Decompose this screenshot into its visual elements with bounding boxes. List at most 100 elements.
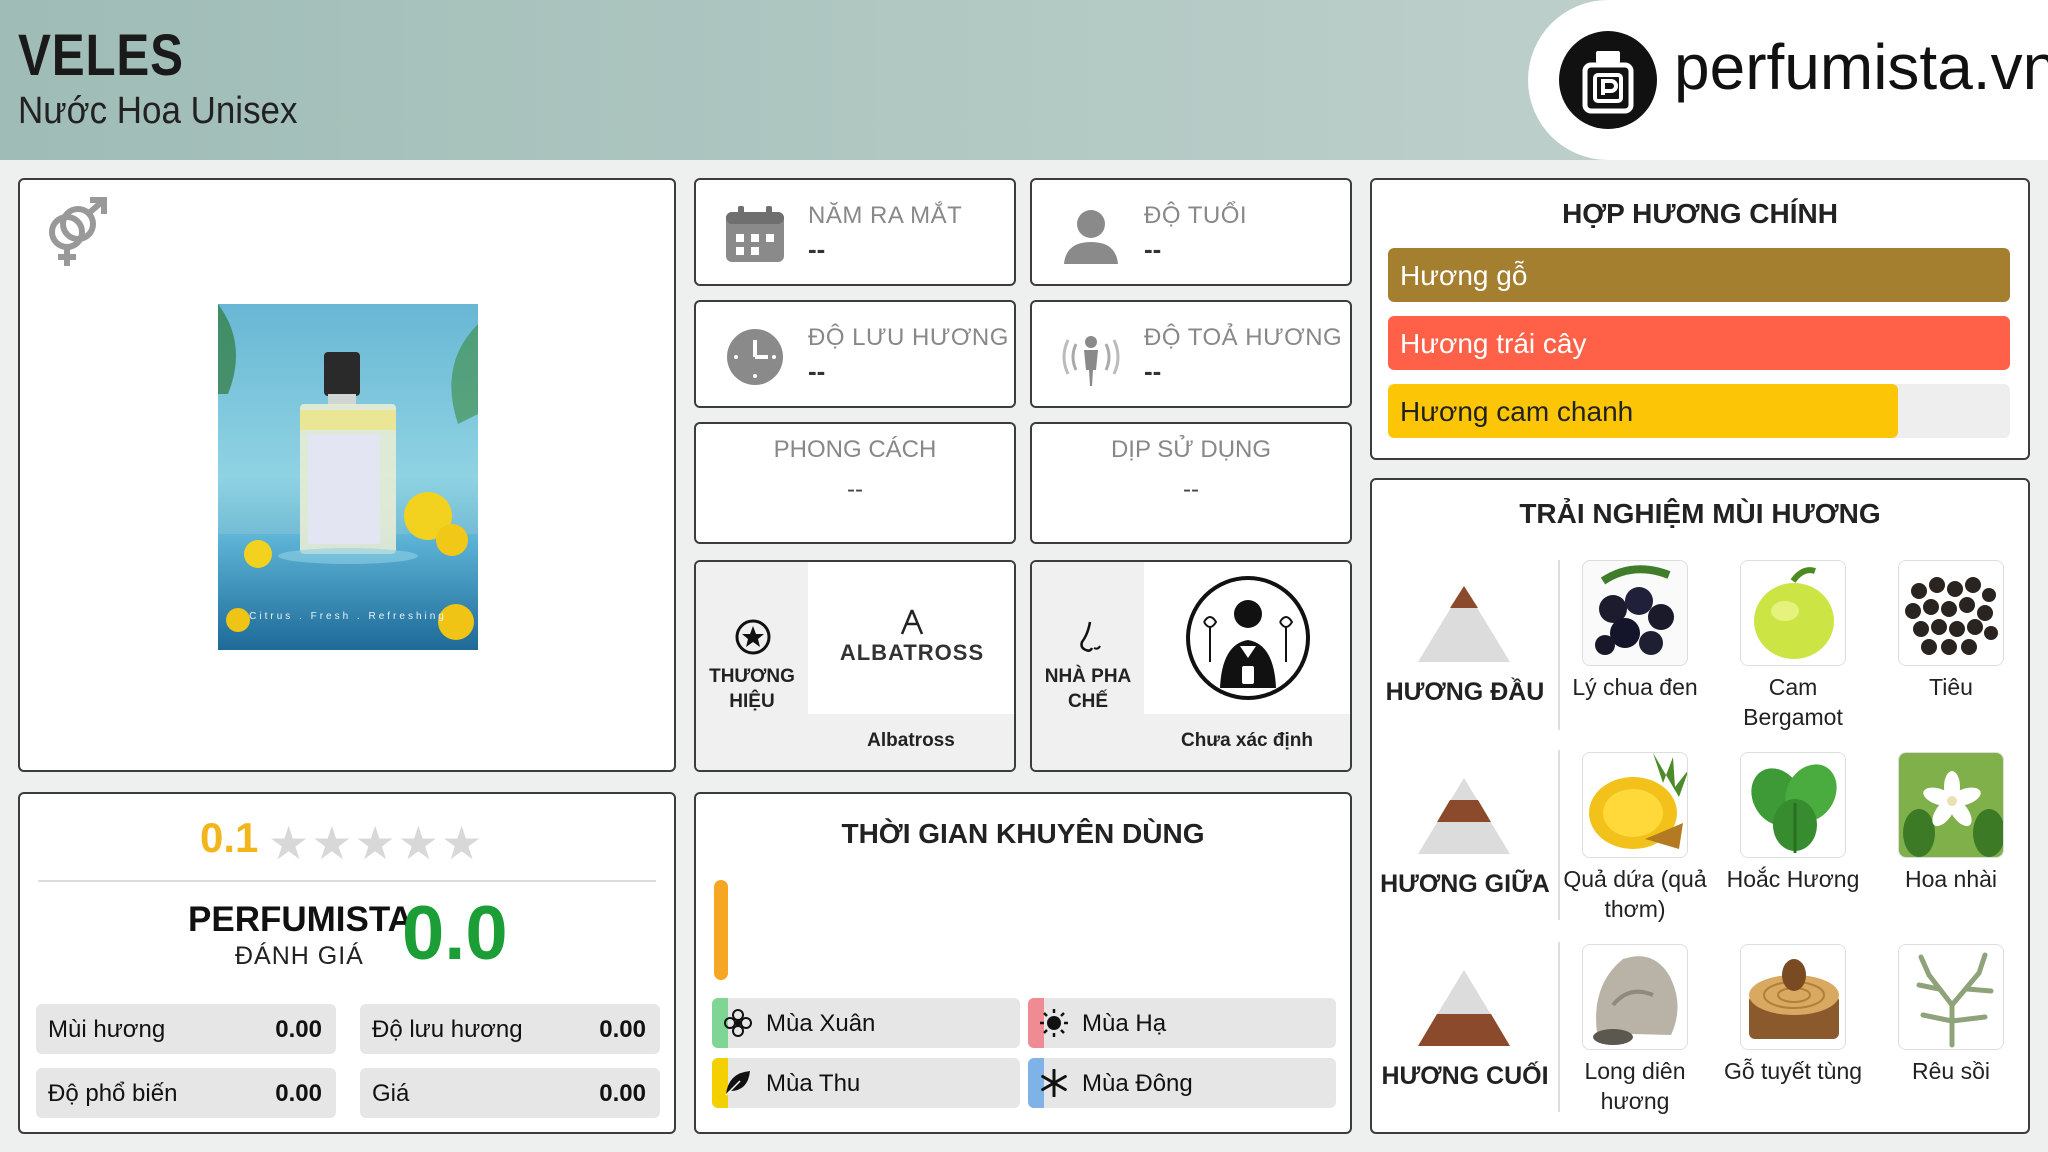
longevity-tile: ĐỘ LƯU HƯƠNG -- <box>694 300 1016 408</box>
note-label: Cam Bergamot <box>1743 674 1843 730</box>
metric-value: 0.00 <box>599 1080 646 1107</box>
accord-bar: Hương cam chanh <box>1388 384 2010 438</box>
metric-longevity: Độ lưu hương 0.00 <box>360 1004 660 1054</box>
divider <box>38 880 656 882</box>
note-label: Hoắc Hương <box>1726 866 1860 892</box>
product-subtitle: Nước Hoa Unisex <box>18 90 298 132</box>
brand-label-line1: THƯƠNG <box>709 666 795 687</box>
accord-label: Hương gỗ <box>1400 260 1528 291</box>
metric-value: 0.00 <box>275 1016 322 1043</box>
sillage-label: ĐỘ TOẢ HƯƠNG <box>1144 324 1343 351</box>
product-photo: Citrus . Fresh . Refreshing <box>218 304 478 650</box>
note-label: Tiêu <box>1929 674 1973 700</box>
note-item[interactable]: Hoa nhài <box>1876 752 2026 894</box>
accords-title: HỢP HƯƠNG CHÍNH <box>1562 198 1838 229</box>
svg-text:ALBATROSS: ALBATROSS <box>840 640 984 665</box>
season-label: Mùa Hạ <box>1082 1010 1167 1037</box>
time-of-day-bar <box>714 880 728 980</box>
note-item[interactable]: Cam Bergamot <box>1718 560 1868 732</box>
oakmoss-image <box>1898 944 2004 1050</box>
brand-card[interactable]: THƯƠNG HIỆU ALBATROSS Albatross <box>694 560 1016 772</box>
note-label: Quả dứa (quả thơm) <box>1563 866 1707 922</box>
note-item[interactable]: Quả dứa (quả thơm) <box>1560 752 1710 924</box>
pyramid-base-icon <box>1418 970 1510 1046</box>
perfumer-name-panel: Chưa xác định <box>1144 714 1350 770</box>
ambergris-image <box>1582 944 1688 1050</box>
brand-logo[interactable]: perfumista.vn <box>1528 0 2048 160</box>
star-badge-icon <box>735 619 771 655</box>
release-year-label: NĂM RA MẮT <box>808 202 963 229</box>
occasion-tile: DỊP SỬ DỤNG -- <box>1030 422 1352 544</box>
age-tile: ĐỘ TUỔI -- <box>1030 178 1352 286</box>
pineapple-image <box>1582 752 1688 858</box>
accord-label: Hương trái cây <box>1400 328 1587 359</box>
star-icon[interactable]: ★ <box>398 817 441 869</box>
metric-price: Giá 0.00 <box>360 1068 660 1118</box>
pyramid-middle-icon <box>1418 778 1510 854</box>
metric-popularity: Độ phổ biến 0.00 <box>36 1068 336 1118</box>
metric-label: Độ phổ biến <box>48 1080 178 1107</box>
style-tile: PHONG CÁCH -- <box>694 422 1016 544</box>
site-name: perfumista.vn <box>1674 31 2048 103</box>
main-accords-card: HỢP HƯƠNG CHÍNH Hương gỗ Hương trái cây … <box>1370 178 2030 460</box>
metric-label: Độ lưu hương <box>372 1016 523 1043</box>
note-item[interactable]: Gỗ tuyết tùng <box>1718 944 1868 1086</box>
perfume-bottle-icon <box>1559 31 1657 129</box>
star-icon[interactable]: ★ <box>311 817 354 869</box>
calendar-icon <box>726 206 784 262</box>
nose-icon <box>1080 621 1101 652</box>
note-label: Lý chua đen <box>1572 674 1698 700</box>
metric-value: 0.00 <box>599 1016 646 1043</box>
seasons-card: THỜI GIAN KHUYÊN DÙNG Mùa Xuân Mùa Hạ Mù… <box>694 792 1352 1134</box>
season-label: Mùa Thu <box>766 1070 861 1097</box>
season-winter: Mùa Đông <box>1028 1058 1336 1108</box>
perfumer-avatar <box>1186 576 1310 700</box>
product-image-card: Citrus . Fresh . Refreshing <box>18 178 676 772</box>
accord-label: Hương cam chanh <box>1400 396 1634 427</box>
rating-card: 0.1 ★★★★★ PERFUMISTA ĐÁNH GIÁ 0.0 Mùi hư… <box>18 792 676 1134</box>
note-item[interactable]: Long diên hương <box>1560 944 1710 1116</box>
note-item[interactable]: Rêu sồi <box>1876 944 2026 1086</box>
season-summer: Mùa Hạ <box>1028 998 1336 1048</box>
pepper-image <box>1898 560 2004 666</box>
star-icon[interactable]: ★ <box>441 817 484 869</box>
seasons-title: THỜI GIAN KHUYÊN DÙNG <box>841 818 1205 849</box>
accord-bar: Hương gỗ <box>1388 248 2010 302</box>
note-label: Rêu sồi <box>1912 1058 1990 1084</box>
perfumer-avatar-panel <box>1144 562 1350 716</box>
user-rating-score: 0.1 <box>200 814 259 861</box>
tier-label-top: HƯƠNG ĐẦU <box>1385 678 1545 706</box>
accord-bar: Hương trái cây <box>1388 316 2010 370</box>
pyramid-top-icon <box>1418 586 1510 662</box>
star-rating[interactable]: ★★★★★ <box>268 816 484 870</box>
note-item[interactable]: Hoắc Hương <box>1718 752 1868 894</box>
snowflake-icon <box>1041 1069 1067 1097</box>
perfumista-score: 0.0 <box>402 891 508 976</box>
metric-scent: Mùi hương 0.00 <box>36 1004 336 1054</box>
jasmine-image <box>1898 752 2004 858</box>
svg-text:Citrus . Fresh . Refreshing: Citrus . Fresh . Refreshing <box>249 611 447 622</box>
patchouli-image <box>1740 752 1846 858</box>
note-item[interactable]: Tiêu <box>1876 560 2026 702</box>
perfumer-card[interactable]: NHÀ PHA CHẾ Chưa xác định <box>1030 560 1352 772</box>
leaf-icon <box>725 1071 750 1096</box>
longevity-value: -- <box>808 356 826 386</box>
note-item[interactable]: Lý chua đen <box>1560 560 1710 702</box>
sillage-icon <box>1062 336 1120 386</box>
season-autumn: Mùa Thu <box>712 1058 1020 1108</box>
metric-label: Mùi hương <box>48 1016 166 1043</box>
fragrance-notes-card: TRẢI NGHIỆM MÙI HƯƠNG HƯƠNG ĐẦU Lý chua … <box>1370 478 2030 1134</box>
brand-label-line2: HIỆU <box>729 691 775 712</box>
season-label: Mùa Xuân <box>766 1010 876 1037</box>
star-icon[interactable]: ★ <box>268 817 311 869</box>
tier-label-base: HƯƠNG CUỐI <box>1381 1062 1549 1090</box>
perfumer-label-line2: CHẾ <box>1067 691 1109 712</box>
tier-label-middle: HƯƠNG GIỮA <box>1380 870 1550 898</box>
brand-name-panel: Albatross <box>808 714 1014 770</box>
brand-logo-panel: ALBATROSS <box>808 562 1014 716</box>
star-icon[interactable]: ★ <box>355 817 398 869</box>
page-header: VELES Nước Hoa Unisex perfumista.vn <box>0 0 2048 160</box>
occasion-value: -- <box>1183 476 1199 503</box>
sillage-value: -- <box>1144 356 1162 386</box>
age-label: ĐỘ TUỔI <box>1144 202 1248 229</box>
